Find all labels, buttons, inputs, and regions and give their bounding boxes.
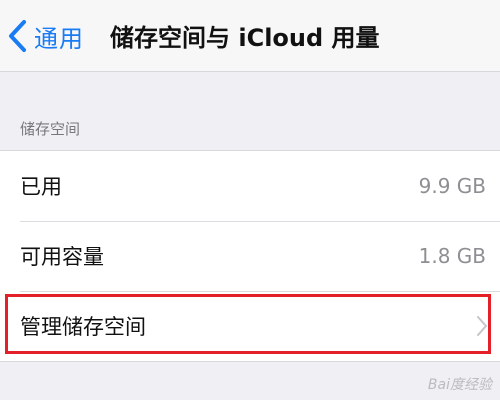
row-manage-storage[interactable]: 管理储存空间	[0, 291, 500, 361]
row-available: 可用容量 1.8 GB	[0, 221, 500, 291]
back-button[interactable]: 通用	[6, 14, 84, 58]
page-title: 储存空间与 iCloud 用量	[110, 24, 380, 52]
row-used-label: 已用	[20, 175, 62, 199]
chevron-right-icon	[477, 316, 487, 336]
row-available-value: 1.8 GB	[418, 244, 486, 268]
navigation-bar: 通用 储存空间与 iCloud 用量	[0, 0, 500, 72]
row-used-value: 9.9 GB	[418, 174, 486, 198]
row-manage-storage-label: 管理储存空间	[20, 315, 146, 339]
row-available-label: 可用容量	[20, 245, 104, 269]
row-used: 已用 9.9 GB	[0, 151, 500, 221]
storage-table: 已用 9.9 GB 可用容量 1.8 GB 管理储存空间	[0, 150, 500, 362]
back-button-label: 通用	[34, 24, 84, 53]
section-header-storage: 储存空间	[20, 120, 81, 138]
chevron-left-icon	[9, 20, 26, 52]
watermark: Bai度经验	[427, 377, 492, 393]
